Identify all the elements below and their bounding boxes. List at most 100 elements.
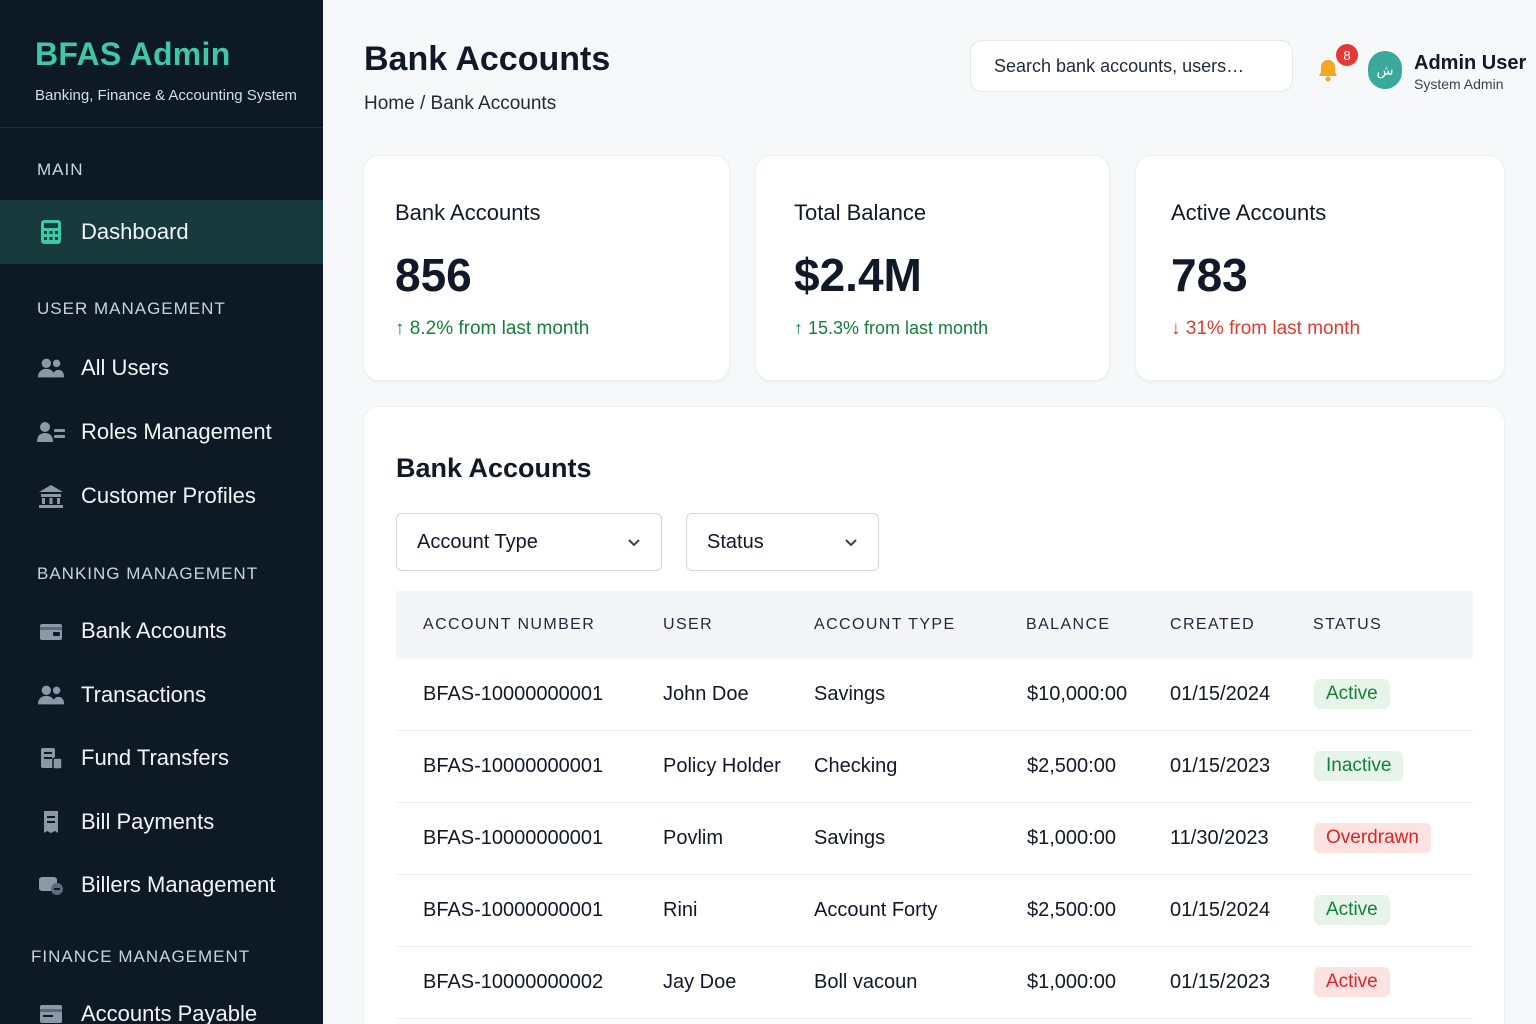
notification-badge: 8 xyxy=(1336,44,1358,66)
avatar-initial: ش xyxy=(1376,61,1394,78)
brand-title: BFAS Admin xyxy=(35,36,231,72)
ledger-icon xyxy=(37,1000,65,1024)
calculator-icon xyxy=(37,218,65,246)
sidebar-item-label: All Users xyxy=(81,355,170,380)
account-type: Account Forty xyxy=(814,899,938,921)
stat-value: 856 xyxy=(395,249,472,301)
status-badge: Active xyxy=(1314,679,1390,709)
users-icon xyxy=(37,354,65,382)
sidebar-item-bank-accounts[interactable]: Bank Accounts xyxy=(0,599,323,663)
chevron-down-icon xyxy=(844,531,858,554)
account-user: Povlim xyxy=(663,827,724,849)
table-row[interactable]: BFAS-10000000002 Jay Doe Boll vacoun $1,… xyxy=(396,947,1473,1019)
account-number: BFAS-10000000001 xyxy=(423,827,604,849)
sidebar-item-label: Dashboard xyxy=(81,219,189,244)
bank-building-icon xyxy=(37,482,65,510)
sidebar-item-billers-management[interactable]: Billers Management xyxy=(0,853,323,917)
column-header-account-type[interactable]: ACCOUNT TYPE xyxy=(814,616,956,634)
panel-title: Bank Accounts xyxy=(396,453,592,483)
chevron-down-icon xyxy=(627,531,641,554)
account-balance: $1,000:00 xyxy=(1027,971,1116,993)
status-badge: Active xyxy=(1314,895,1390,925)
wallet-icon xyxy=(37,617,65,645)
status-badge: Inactive xyxy=(1314,751,1404,781)
sidebar-item-roles-management[interactable]: Roles Management xyxy=(0,400,323,464)
stat-title: Bank Accounts xyxy=(395,200,541,225)
account-type-filter[interactable]: Account Type xyxy=(396,513,662,571)
account-type: Savings xyxy=(814,683,886,705)
table-header: ACCOUNT NUMBER USER ACCOUNT TYPE BALANCE… xyxy=(396,591,1473,659)
user-role: System Admin xyxy=(1414,76,1504,92)
account-user: John Doe xyxy=(663,683,749,705)
sidebar-item-label: Accounts Payable xyxy=(81,1001,258,1024)
sidebar-item-label: Roles Management xyxy=(81,419,272,444)
account-created: 01/15/2023 xyxy=(1170,755,1271,777)
page-title: Bank Accounts xyxy=(364,40,611,78)
status-filter-label: Status xyxy=(707,530,764,553)
sidebar-item-dashboard[interactable]: Dashboard xyxy=(0,200,323,264)
column-header-status[interactable]: STATUS xyxy=(1313,616,1382,634)
account-type-filter-label: Account Type xyxy=(417,530,538,553)
sidebar-item-label: Bank Accounts xyxy=(81,618,227,643)
sidebar-item-label: Fund Transfers xyxy=(81,745,229,770)
search-input[interactable] xyxy=(994,55,1269,77)
table-row[interactable]: BFAS-10000000001 Rini Account Forty $2,5… xyxy=(396,875,1473,947)
table-row[interactable]: BFAS-10000000001 Policy Holder Checking … xyxy=(396,731,1473,803)
sidebar-item-label: Bill Payments xyxy=(81,809,215,834)
account-type: Checking xyxy=(814,755,898,777)
biller-icon xyxy=(37,871,65,899)
section-user-management: USER MANAGEMENT xyxy=(37,299,226,318)
account-balance: $10,000:00 xyxy=(1027,683,1128,705)
account-created: 01/15/2023 xyxy=(1170,971,1271,993)
column-header-user[interactable]: USER xyxy=(663,616,713,634)
sidebar-item-fund-transfers[interactable]: Fund Transfers xyxy=(0,726,323,790)
account-type: Boll vacoun xyxy=(814,971,918,993)
table-row[interactable]: BFAS-10000000001 John Doe Savings $10,00… xyxy=(396,659,1473,731)
sidebar-item-transactions[interactable]: Transactions xyxy=(0,663,323,727)
account-number: BFAS-10000000002 xyxy=(423,971,604,993)
status-filter[interactable]: Status xyxy=(686,513,879,571)
column-header-account-number[interactable]: ACCOUNT NUMBER xyxy=(423,616,595,634)
user-name[interactable]: Admin User xyxy=(1414,52,1526,75)
table-row[interactable]: BFAS-10000000001 Povlim Savings $1,000:0… xyxy=(396,803,1473,875)
account-number: BFAS-10000000001 xyxy=(423,755,604,777)
brand: BFAS Admin Banking, Finance & Accounting… xyxy=(0,0,323,128)
status-badge: Active xyxy=(1314,967,1390,997)
account-user: Jay Doe xyxy=(663,971,737,993)
section-main: MAIN xyxy=(37,160,84,179)
column-header-balance[interactable]: BALANCE xyxy=(1026,616,1111,634)
account-user: Rini xyxy=(663,899,698,921)
stat-card-total-balance: Total Balance $2.4M ↑ 15.3% from last mo… xyxy=(755,155,1110,381)
account-number: BFAS-10000000001 xyxy=(423,899,604,921)
search-box[interactable] xyxy=(970,40,1293,92)
brand-subtitle: Banking, Finance & Accounting System xyxy=(35,87,297,104)
sidebar-item-customer-profiles[interactable]: Customer Profiles xyxy=(0,464,323,528)
account-number: BFAS-10000000001 xyxy=(423,683,604,705)
receipt-icon xyxy=(37,808,65,836)
users-icon xyxy=(37,681,65,709)
stat-title: Active Accounts xyxy=(1171,200,1327,225)
breadcrumb[interactable]: Home / Bank Accounts xyxy=(364,93,556,115)
sidebar-item-bill-payments[interactable]: Bill Payments xyxy=(0,790,323,854)
stat-card-active-accounts: Active Accounts 783 ↓ 31% from last mont… xyxy=(1135,155,1505,381)
account-balance: $1,000:00 xyxy=(1027,827,1116,849)
account-balance: $2,500:00 xyxy=(1027,755,1116,777)
section-finance-management: FINANCE MANAGEMENT xyxy=(31,947,251,966)
sidebar-item-all-users[interactable]: All Users xyxy=(0,336,323,400)
accounts-table: ACCOUNT NUMBER USER ACCOUNT TYPE BALANCE… xyxy=(396,591,1473,1019)
sidebar: BFAS Admin Banking, Finance & Accounting… xyxy=(0,0,323,1024)
user-roles-icon xyxy=(37,418,65,446)
bank-accounts-panel: Bank Accounts Account Type Status ACCOUN… xyxy=(363,406,1505,1024)
stat-value: $2.4M xyxy=(794,249,922,301)
bell-icon[interactable] xyxy=(1316,58,1340,82)
stat-trend: ↑ 8.2% from last month xyxy=(395,318,590,339)
column-header-created[interactable]: CREATED xyxy=(1170,616,1255,634)
account-created: 01/15/2024 xyxy=(1170,899,1271,921)
transfer-icon xyxy=(37,744,65,772)
avatar[interactable]: ش xyxy=(1368,51,1402,89)
sidebar-item-accounts-payable[interactable]: Accounts Payable xyxy=(0,982,323,1024)
stat-value: 783 xyxy=(1171,249,1248,301)
stat-trend: ↓ 31% from last month xyxy=(1171,318,1361,339)
stat-card-bank-accounts: Bank Accounts 856 ↑ 8.2% from last month xyxy=(363,155,730,381)
account-created: 01/15/2024 xyxy=(1170,683,1271,705)
